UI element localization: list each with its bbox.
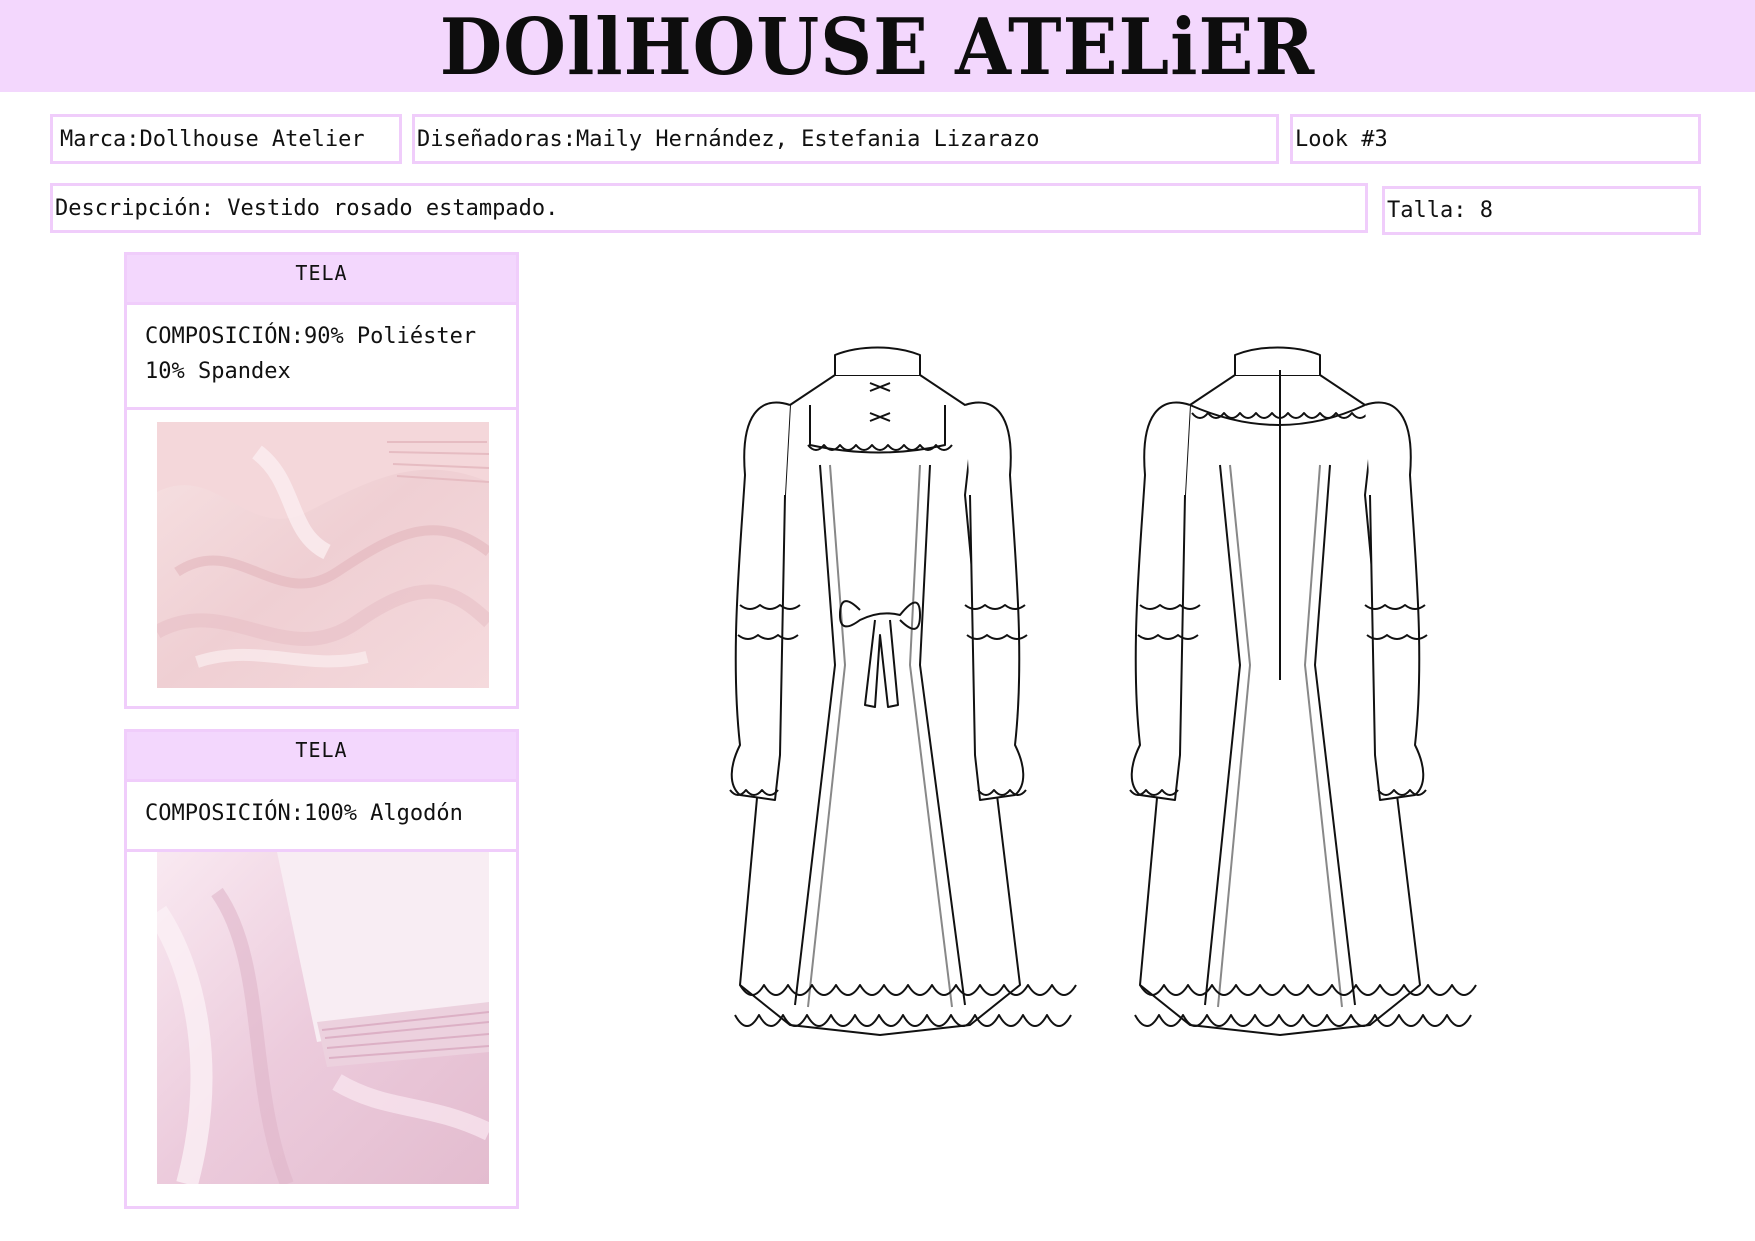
fabric-card-2: TELA COMPOSICIÓN:100% Algodón — [124, 729, 519, 1209]
fabric-composition: COMPOSICIÓN:100% Algodón — [124, 779, 519, 852]
marca-value: Dollhouse Atelier — [139, 126, 365, 152]
fabric-swatch-image — [157, 422, 489, 688]
look-number: Look #3 — [1295, 126, 1388, 152]
composition-line-1: 100% Algodón — [303, 801, 463, 826]
talla-value: 8 — [1479, 198, 1493, 223]
marca-field: Marca: Dollhouse Atelier — [50, 114, 402, 164]
fabric-swatch-image — [157, 852, 489, 1184]
disenadoras-value: Maily Hernández, Estefania Lizarazo — [575, 126, 1040, 152]
fabric-card-header: TELA — [124, 729, 519, 779]
look-field: Look #3 — [1290, 114, 1701, 164]
fabric-composition: COMPOSICIÓN:90% Poliéster 10% Spandex — [124, 302, 519, 410]
composition-label: COMPOSICIÓN: — [145, 324, 304, 349]
dress-flat-sketches — [700, 335, 1500, 1055]
disenadoras-label: Diseñadoras: — [417, 126, 576, 152]
fabric-swatch-frame — [124, 410, 519, 709]
fabric-swatch-frame — [124, 852, 519, 1209]
descripcion-field: Descripción: Vestido rosado estampado. — [50, 183, 1368, 233]
fabric-card-header: TELA — [124, 252, 519, 302]
brand-title: DOllHOUSE ATELiER — [439, 0, 1316, 92]
dress-back-sketch — [1129, 346, 1477, 1036]
talla-label: Talla: — [1387, 198, 1467, 223]
composition-line-2: 10% Spandex — [145, 359, 291, 384]
dress-front-sketch — [729, 346, 1077, 1036]
composition-line-1: 90% Poliéster — [303, 324, 477, 349]
header-banner: DOllHOUSE ATELiER — [0, 0, 1755, 92]
marca-label: Marca: — [60, 126, 140, 152]
descripcion-value: Vestido rosado estampado. — [227, 195, 559, 221]
disenadoras-field: Diseñadoras: Maily Hernández, Estefania L… — [412, 114, 1279, 164]
composition-label: COMPOSICIÓN: — [145, 801, 304, 826]
fabric-card-1: TELA COMPOSICIÓN:90% Poliéster 10% Spand… — [124, 252, 519, 709]
descripcion-label: Descripción: — [55, 195, 214, 221]
talla-field: Talla: 8 — [1382, 186, 1701, 235]
